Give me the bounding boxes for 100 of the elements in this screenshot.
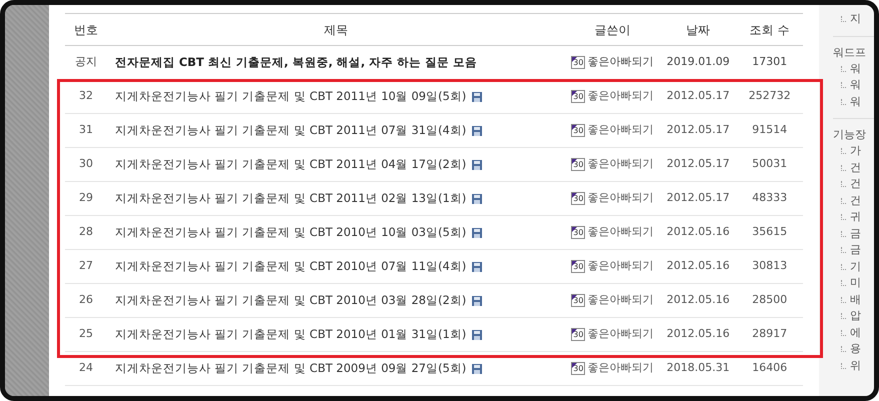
- table-cell-text: 2012.05.17: [666, 122, 731, 138]
- column-header: 글쓴이: [593, 22, 632, 38]
- tree-branch-icon: [841, 16, 846, 22]
- table-cell-text: 30813: [751, 258, 788, 274]
- floppy-icon: [472, 194, 482, 204]
- floppy-icon: [472, 92, 482, 102]
- tree-branch-icon: [841, 330, 846, 336]
- post-title-link[interactable]: 지게차운전기능사 필기 기출문제 및 CBT 2010년 07월 11일(4회): [114, 258, 466, 276]
- table-cell-text: 29: [78, 190, 94, 206]
- tree-branch-icon: [841, 98, 846, 105]
- post-title-link[interactable]: 지게차운전기능사 필기 기출문제 및 CBT 2010년 10월 03일(5회): [114, 224, 466, 242]
- post-title-link[interactable]: 지게차운전기능사 필기 기출문제 및 CBT 2009년 09월 27일(5회): [114, 360, 466, 378]
- sidebar-item[interactable]: 기: [850, 258, 861, 275]
- tree-branch-icon: [841, 214, 846, 220]
- level-badge: 30: [571, 362, 586, 375]
- table-cell-text: 2012.05.17: [666, 88, 731, 104]
- tree-branch-icon: [841, 264, 846, 270]
- tree-branch-icon: [841, 230, 846, 237]
- table-cell-text: 35615: [751, 224, 788, 240]
- sidebar-item[interactable]: 미: [850, 275, 861, 292]
- table-cell-text: 2012.05.16: [666, 224, 731, 240]
- floppy-icon: [472, 364, 482, 374]
- sidebar-item[interactable]: 에: [850, 324, 861, 341]
- level-badge: 30: [571, 226, 586, 239]
- sidebar-item[interactable]: 배: [850, 292, 861, 308]
- column-header: 조회 수: [748, 22, 791, 38]
- sidebar-item[interactable]: 금: [850, 242, 861, 258]
- tree-branch-icon: [841, 66, 846, 72]
- post-title-link[interactable]: 지게차운전기능사 필기 기출문제 및 CBT 2010년 01월 31일(1회): [114, 326, 466, 344]
- sidebar-item[interactable]: 귀: [850, 209, 861, 226]
- sidebar-item[interactable]: 압: [850, 308, 861, 324]
- level-badge: 30: [571, 260, 586, 273]
- table-cell-text: 2012.05.16: [666, 326, 731, 342]
- tree-branch-icon: [841, 148, 846, 154]
- floppy-icon: [472, 126, 482, 136]
- author-name[interactable]: 좋은아빠되기: [587, 326, 654, 343]
- author-name[interactable]: 좋은아빠되기: [587, 122, 654, 139]
- column-header: 날짜: [685, 22, 712, 38]
- column-header: 제목: [322, 22, 349, 38]
- sidebar-item[interactable]: 용: [850, 341, 861, 358]
- post-title-link[interactable]: 전자문제집 CBT 최신 기출문제, 복원중, 해설, 자주 하는 질문 모음: [114, 54, 478, 72]
- tree-branch-icon: [841, 313, 846, 320]
- table-cell-text: 50031: [751, 156, 788, 172]
- table-cell-text: 28500: [751, 292, 788, 308]
- table-cell-text: 16406: [751, 360, 788, 376]
- tree-branch-icon: [841, 346, 846, 352]
- floppy-icon: [472, 160, 482, 170]
- level-badge: 30: [571, 328, 586, 341]
- sidebar-heading: 기능장: [833, 118, 874, 143]
- table-cell-text: 2012.05.17: [666, 156, 731, 172]
- table-cell-text: 17301: [751, 54, 788, 70]
- tree-branch-icon: [841, 164, 846, 171]
- table-cell-text: 91514: [751, 122, 788, 138]
- sidebar-item[interactable]: 위: [850, 358, 861, 374]
- tree-branch-icon: [841, 296, 846, 303]
- table-cell-text: 252732: [748, 88, 792, 104]
- table-cell-text: 27: [78, 258, 94, 274]
- sidebar-item[interactable]: 건: [850, 160, 861, 176]
- sidebar-item[interactable]: 금: [850, 226, 861, 242]
- table-cell-text: 28: [78, 224, 94, 240]
- post-title-link[interactable]: 지게차운전기능사 필기 기출문제 및 CBT 2010년 03월 28일(2회): [114, 292, 466, 310]
- author-name[interactable]: 좋은아빠되기: [587, 360, 654, 377]
- table-cell-text: 30: [78, 156, 94, 172]
- level-badge: 30: [571, 294, 586, 307]
- sidebar-item[interactable]: 워: [850, 94, 861, 110]
- sidebar-item[interactable]: 워: [850, 77, 861, 94]
- table-cell-text: 31: [78, 122, 94, 138]
- author-name[interactable]: 좋은아빠되기: [587, 54, 654, 71]
- author-name[interactable]: 좋은아빠되기: [587, 156, 654, 173]
- sidebar-item[interactable]: 워: [850, 60, 861, 77]
- tree-branch-icon: [841, 247, 846, 254]
- tree-branch-icon: [841, 362, 846, 369]
- sidebar-item[interactable]: 가: [850, 143, 861, 160]
- post-title-link[interactable]: 지게차운전기능사 필기 기출문제 및 CBT 2011년 02월 13일(1회): [114, 190, 466, 208]
- level-badge: 30: [571, 56, 586, 69]
- sidebar-item[interactable]: 건: [850, 176, 861, 192]
- table-cell-text: 공지: [74, 54, 98, 70]
- level-badge: 30: [571, 124, 586, 137]
- author-name[interactable]: 좋은아빠되기: [587, 292, 654, 309]
- sidebar-heading: 워드프: [833, 36, 874, 60]
- table-cell-text: 24: [78, 360, 94, 376]
- column-header: 번호: [72, 22, 99, 38]
- author-name[interactable]: 좋은아빠되기: [587, 258, 654, 275]
- table-cell-text: 2012.05.17: [666, 190, 731, 206]
- sidebar-item[interactable]: 건: [850, 192, 861, 209]
- author-name[interactable]: 좋은아빠되기: [587, 88, 654, 105]
- post-title-link[interactable]: 지게차운전기능사 필기 기출문제 및 CBT 2011년 07월 31일(4회): [114, 122, 466, 140]
- author-name[interactable]: 좋은아빠되기: [587, 224, 654, 241]
- author-name[interactable]: 좋은아빠되기: [587, 190, 654, 207]
- table-cell-text: 28917: [751, 326, 788, 342]
- post-title-link[interactable]: 지게차운전기능사 필기 기출문제 및 CBT 2011년 10월 09일(5회): [114, 88, 466, 106]
- tree-branch-icon: [841, 280, 846, 286]
- post-title-link[interactable]: 지게차운전기능사 필기 기출문제 및 CBT 2011년 04월 17일(2회): [114, 156, 466, 174]
- sidebar-item[interactable]: 지: [850, 11, 861, 28]
- floppy-icon: [472, 330, 482, 340]
- table-cell-text: 2012.05.16: [666, 258, 731, 274]
- floppy-icon: [472, 262, 482, 272]
- tree-branch-icon: [841, 181, 846, 188]
- level-badge: 30: [571, 192, 586, 205]
- tree-branch-icon: [841, 82, 846, 88]
